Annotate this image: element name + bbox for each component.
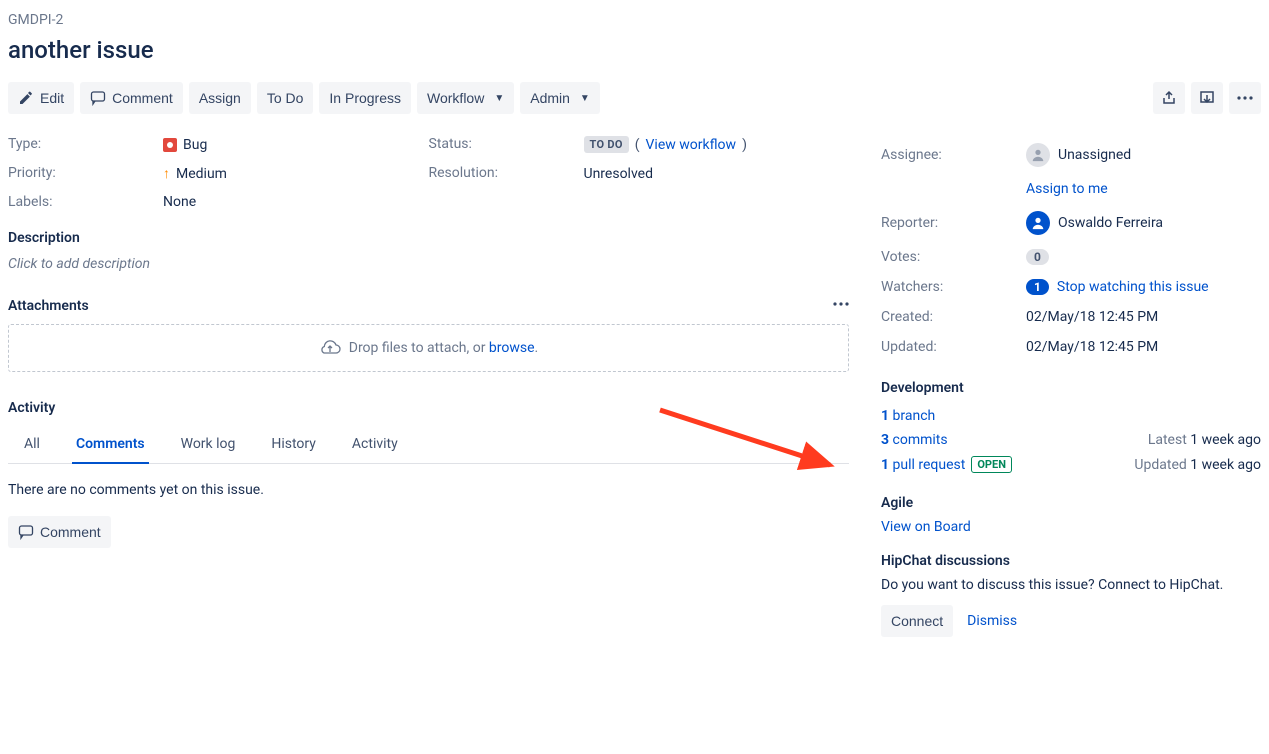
comment-icon xyxy=(90,90,106,106)
assign-button[interactable]: Assign xyxy=(189,82,251,114)
more-button[interactable] xyxy=(1229,82,1261,114)
share-button[interactable] xyxy=(1153,82,1185,114)
type-value: Bug xyxy=(163,136,429,153)
view-on-board-link[interactable]: View on Board xyxy=(881,519,971,535)
pencil-icon xyxy=(18,90,34,106)
reporter-label: Reporter: xyxy=(881,215,1026,231)
attachments-more-button[interactable] xyxy=(833,294,849,310)
tab-comments[interactable]: Comments xyxy=(72,426,149,464)
labels-value: None xyxy=(163,194,429,210)
admin-dropdown[interactable]: Admin ▼ xyxy=(520,82,600,114)
tab-history[interactable]: History xyxy=(267,426,320,463)
type-label: Type: xyxy=(8,136,163,153)
tab-all[interactable]: All xyxy=(20,426,44,463)
share-icon xyxy=(1161,90,1177,106)
edit-button[interactable]: Edit xyxy=(8,82,74,114)
tab-activity[interactable]: Activity xyxy=(348,426,402,463)
assignee-value: Unassigned xyxy=(1026,143,1131,167)
pr-open-lozenge: OPEN xyxy=(971,456,1012,473)
no-comments-text: There are no comments yet on this issue. xyxy=(8,482,849,498)
updated-value: 02/May/18 12:45 PM xyxy=(1026,339,1158,355)
description-placeholder[interactable]: Click to add description xyxy=(8,256,849,272)
pr-updated-text: Updated 1 week ago xyxy=(1134,457,1261,473)
comment-button[interactable]: Comment xyxy=(80,82,183,114)
activity-tabs: All Comments Work log History Activity xyxy=(8,426,849,464)
workflow-dropdown[interactable]: Workflow ▼ xyxy=(417,82,514,114)
labels-label: Labels: xyxy=(8,194,163,210)
status-lozenge: TO DO xyxy=(584,136,629,153)
priority-value: ↑ Medium xyxy=(163,165,429,182)
reporter-value: Oswaldo Ferreira xyxy=(1026,211,1163,235)
branch-link[interactable]: 1 branch xyxy=(881,408,935,424)
side-panel: Assignee: Unassigned Assign to me Report… xyxy=(881,136,1261,637)
votes-badge: 0 xyxy=(1026,249,1049,265)
avatar-reporter-icon xyxy=(1026,211,1050,235)
tab-worklog[interactable]: Work log xyxy=(177,426,240,463)
hipchat-text: Do you want to discuss this issue? Conne… xyxy=(881,577,1261,593)
main-panel: Type: Bug Status: TO DO (View workflow) … xyxy=(8,136,849,637)
view-workflow-link[interactable]: View workflow xyxy=(646,137,737,153)
commits-latest-text: Latest 1 week ago xyxy=(1148,432,1261,448)
export-icon xyxy=(1199,90,1215,106)
inprogress-button[interactable]: In Progress xyxy=(319,82,411,114)
watchers-label: Watchers: xyxy=(881,279,1026,295)
commits-link[interactable]: 3 commits xyxy=(881,432,948,448)
resolution-value: Unresolved xyxy=(584,165,850,182)
hipchat-dismiss-link[interactable]: Dismiss xyxy=(967,613,1017,629)
toolbar: Edit Comment Assign To Do In Progress Wo… xyxy=(8,82,1261,114)
export-button[interactable] xyxy=(1191,82,1223,114)
more-icon xyxy=(833,302,849,306)
more-icon xyxy=(1237,96,1253,100)
dropzone-text: Drop files to attach, or xyxy=(349,340,489,356)
browse-link[interactable]: browse xyxy=(489,340,535,356)
avatar-unassigned-icon xyxy=(1026,143,1050,167)
add-comment-label: Comment xyxy=(40,524,101,540)
created-value: 02/May/18 12:45 PM xyxy=(1026,309,1158,325)
issue-title: another issue xyxy=(8,36,1261,64)
stop-watching-link[interactable]: Stop watching this issue xyxy=(1057,279,1209,295)
todo-button[interactable]: To Do xyxy=(257,82,314,114)
assignee-label: Assignee: xyxy=(881,147,1026,163)
chevron-down-icon: ▼ xyxy=(494,93,504,104)
comment-label: Comment xyxy=(112,90,173,106)
details-grid: Type: Bug Status: TO DO (View workflow) … xyxy=(8,136,849,210)
votes-label: Votes: xyxy=(881,249,1026,265)
cloud-upload-icon xyxy=(319,339,341,357)
status-label: Status: xyxy=(429,136,584,153)
add-comment-button[interactable]: Comment xyxy=(8,516,111,548)
attachments-heading: Attachments xyxy=(8,298,89,314)
description-heading: Description xyxy=(8,230,849,246)
hipchat-heading: HipChat discussions xyxy=(881,553,1261,569)
priority-icon: ↑ xyxy=(163,165,170,182)
agile-heading: Agile xyxy=(881,495,1261,511)
created-label: Created: xyxy=(881,309,1026,325)
status-value: TO DO (View workflow) xyxy=(584,136,850,153)
pull-request-link[interactable]: 1 pull request xyxy=(881,457,965,473)
chevron-down-icon: ▼ xyxy=(580,93,590,104)
assign-to-me-link[interactable]: Assign to me xyxy=(1026,181,1108,197)
priority-label: Priority: xyxy=(8,165,163,182)
hipchat-connect-button[interactable]: Connect xyxy=(881,605,953,637)
comment-icon xyxy=(18,524,34,540)
admin-label: Admin xyxy=(530,90,570,106)
attachment-dropzone[interactable]: Drop files to attach, or browse. xyxy=(8,324,849,372)
workflow-label: Workflow xyxy=(427,90,484,106)
bug-icon xyxy=(163,138,177,152)
edit-label: Edit xyxy=(40,90,64,106)
resolution-label: Resolution: xyxy=(429,165,584,182)
activity-heading: Activity xyxy=(8,400,849,416)
updated-label: Updated: xyxy=(881,339,1026,355)
breadcrumb[interactable]: GMDPI-2 xyxy=(8,12,1261,28)
watchers-badge: 1 xyxy=(1026,279,1049,295)
development-heading: Development xyxy=(881,380,1261,396)
